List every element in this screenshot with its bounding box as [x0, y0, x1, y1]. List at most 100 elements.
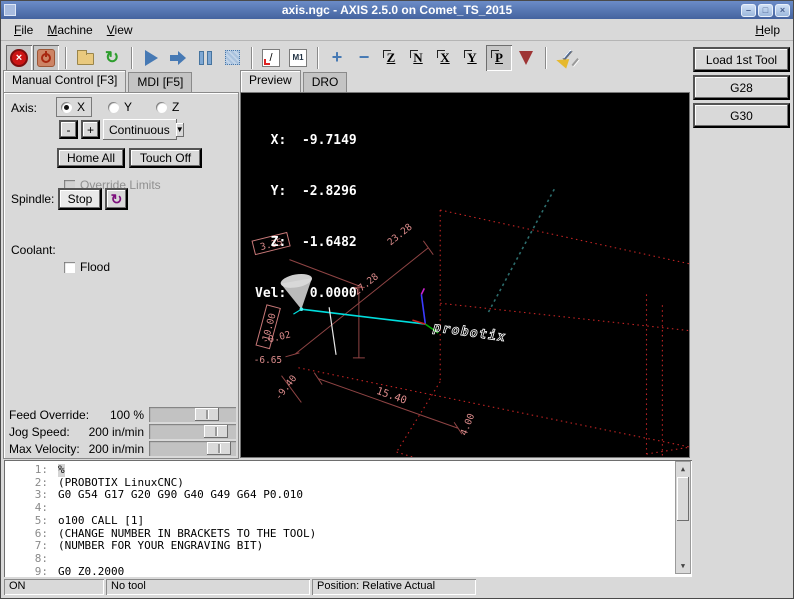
dim-y-extent: -9.40: [273, 373, 299, 402]
tab-manual-control[interactable]: Manual Control [F3]: [3, 70, 126, 92]
spindle-rotate-icon: ↻: [111, 191, 123, 208]
view-perspective-button[interactable]: P: [486, 45, 512, 71]
feed-override-value: 100 %: [110, 408, 144, 422]
zoom-in-icon: +: [332, 47, 343, 68]
manual-control-panel: Axis: X Y Z - + Continuous ▼ Home All To…: [3, 92, 239, 459]
toolbar-separator: [131, 47, 133, 69]
axis-radio-x[interactable]: X: [56, 97, 92, 117]
tab-dro[interactable]: DRO: [303, 72, 348, 92]
axis-radio-y[interactable]: Y: [108, 100, 132, 114]
jog-minus-button[interactable]: -: [59, 120, 78, 139]
jog-mode-select[interactable]: Continuous ▼: [103, 119, 177, 140]
dro-z: Z: -1.6482: [255, 234, 357, 251]
touch-off-button[interactable]: Touch Off: [129, 148, 202, 168]
preview-canvas[interactable]: 3.35 10.00 -0.02 -6.65 -9.40 15.40 4.00 …: [240, 92, 690, 458]
toggle-optional-pause-button[interactable]: M1: [285, 45, 311, 71]
rotate-view-button[interactable]: [513, 45, 539, 71]
menu-bar: File Machine View Help: [1, 19, 793, 41]
g30-button[interactable]: G30: [693, 103, 790, 128]
run-program-button[interactable]: [138, 45, 164, 71]
machine-power-button[interactable]: [33, 45, 59, 71]
pause-button[interactable]: [192, 45, 218, 71]
gcode-line: 1:%: [4, 464, 692, 477]
estop-button[interactable]: ×: [6, 45, 32, 71]
scroll-up-icon[interactable]: ▲: [676, 462, 690, 476]
max-velocity-value: 200 in/min: [89, 442, 144, 456]
title-bar[interactable]: axis.ngc - AXIS 2.5.0 on Comet_TS_2015 –…: [1, 1, 793, 19]
dim-offset-2: -6.65: [254, 355, 282, 366]
open-file-button[interactable]: [72, 45, 98, 71]
view-z-button[interactable]: Z: [378, 45, 404, 71]
gcode-line: 7:(NUMBER FOR YOUR ENGRAVING BIT): [4, 540, 692, 553]
max-velocity-slider[interactable]: [149, 441, 236, 456]
max-velocity-row: Max Velocity: 200 in/min: [7, 441, 236, 457]
max-velocity-label: Max Velocity:: [9, 442, 80, 456]
stop-button[interactable]: [219, 45, 245, 71]
coolant-label: Coolant:: [11, 243, 56, 257]
view-z2-icon: N: [409, 49, 427, 67]
zoom-in-button[interactable]: +: [324, 45, 350, 71]
machine-state-status: ON: [4, 579, 104, 595]
gcode-listing[interactable]: 1:% 2:(PROBOTIX LinuxCNC) 3:G0 G54 G17 G…: [4, 460, 692, 577]
scroll-down-icon[interactable]: ▼: [676, 559, 690, 573]
maximize-button[interactable]: □: [758, 4, 773, 17]
jog-speed-handle[interactable]: [204, 425, 228, 438]
estop-icon: ×: [10, 49, 28, 67]
menu-view[interactable]: View: [100, 21, 140, 39]
spindle-label: Spindle:: [11, 192, 54, 206]
zoom-out-button[interactable]: −: [351, 45, 377, 71]
view-z2-button[interactable]: N: [405, 45, 431, 71]
jog-plus-button[interactable]: +: [81, 120, 100, 139]
gcode-scrollbar[interactable]: ▲ ▼: [676, 462, 690, 573]
engraving-text-path: probotix: [431, 320, 508, 345]
feed-override-label: Feed Override:: [9, 408, 89, 422]
load-first-tool-button[interactable]: Load 1st Tool: [693, 47, 790, 72]
dro-vel: Vel: 0.0000: [255, 285, 357, 302]
feed-override-slider[interactable]: [149, 407, 236, 422]
toolbar-separator: [251, 47, 253, 69]
feed-override-row: Feed Override: 100 %: [7, 407, 236, 423]
window-title: axis.ngc - AXIS 2.5.0 on Comet_TS_2015: [1, 3, 793, 17]
folder-icon: [77, 53, 94, 65]
view-y-button[interactable]: Y: [459, 45, 485, 71]
axis-label: Axis:: [11, 101, 37, 115]
flood-checkbox[interactable]: Flood: [64, 260, 110, 274]
gcode-line: 9:G0 Z0.2000: [4, 566, 692, 577]
dim-z-extent: 4.00: [459, 412, 478, 437]
close-button[interactable]: ×: [775, 4, 790, 17]
scrollbar-thumb[interactable]: [677, 477, 689, 521]
feed-override-handle[interactable]: [195, 408, 219, 421]
axis-window: axis.ngc - AXIS 2.5.0 on Comet_TS_2015 –…: [0, 0, 794, 599]
dro-readout: X: -9.7149 Y: -2.8296 Z: -1.6482 Vel: 0.…: [255, 98, 357, 336]
radio-y-indicator: [108, 102, 119, 113]
jog-speed-slider[interactable]: [149, 424, 236, 439]
tab-preview[interactable]: Preview: [240, 70, 301, 92]
dro-y: Y: -2.8296: [255, 183, 357, 200]
view-y-icon: Y: [463, 49, 481, 67]
menu-machine[interactable]: Machine: [40, 21, 99, 39]
view-perspective-icon: P: [490, 49, 508, 67]
run-step-button[interactable]: [165, 45, 191, 71]
gcode-line: 4:: [4, 502, 692, 515]
power-icon: [37, 49, 55, 67]
reload-icon: ↻: [105, 48, 119, 68]
jog-mode-value: Continuous: [109, 123, 170, 137]
home-all-button[interactable]: Home All: [57, 148, 125, 168]
play-icon: [145, 50, 158, 66]
spindle-stop-button[interactable]: Stop: [58, 188, 102, 210]
menu-file[interactable]: File: [7, 21, 40, 39]
rapid-move-path: [487, 189, 554, 315]
clear-plot-button[interactable]: [552, 45, 578, 71]
g28-button[interactable]: G28: [693, 75, 790, 100]
flood-box: [64, 262, 75, 273]
minimize-button[interactable]: –: [741, 4, 756, 17]
menu-help[interactable]: Help: [748, 21, 787, 39]
view-x-icon: X: [436, 49, 454, 67]
reload-file-button[interactable]: ↻: [99, 45, 125, 71]
axis-radio-z[interactable]: Z: [156, 100, 179, 114]
max-velocity-handle[interactable]: [207, 442, 231, 455]
view-x-button[interactable]: X: [432, 45, 458, 71]
toggle-skip-lines-button[interactable]: /: [258, 45, 284, 71]
spindle-brake-button[interactable]: ↻: [105, 188, 128, 210]
tab-mdi[interactable]: MDI [F5]: [128, 72, 192, 92]
